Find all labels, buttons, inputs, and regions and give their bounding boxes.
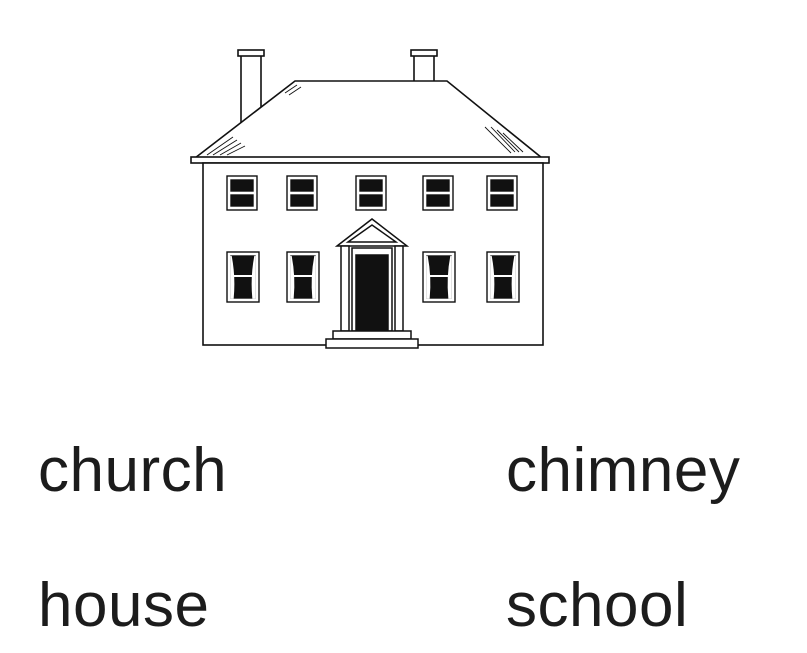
word-house: house <box>38 571 210 640</box>
word-school: school <box>506 571 689 640</box>
house-illustration <box>185 45 555 357</box>
house-drawing-icon <box>190 49 550 349</box>
word-church: church <box>38 436 228 505</box>
left-chimney-cap <box>237 49 265 57</box>
right-chimney-cap <box>410 49 438 57</box>
eave <box>190 156 550 164</box>
word-chimney: chimney <box>506 436 741 505</box>
